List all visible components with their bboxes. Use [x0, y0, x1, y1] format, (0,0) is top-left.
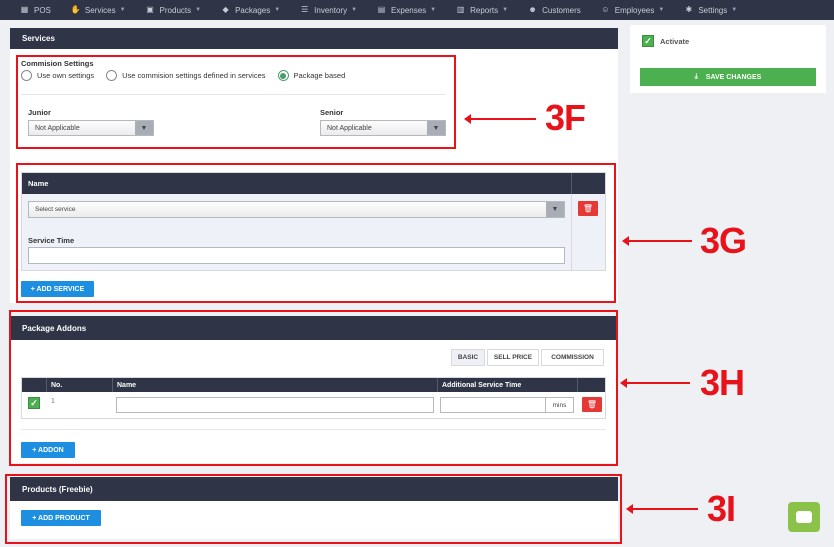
nav-item-customers[interactable]: ☻ Customers — [528, 5, 581, 15]
annotation-3h: 3H — [700, 362, 745, 403]
employees-icon: ☺ — [601, 5, 610, 14]
chevron-down-icon: ▼ — [731, 7, 738, 13]
nav-item-label: Services — [84, 5, 116, 15]
top-nav: ▦ POS ✋ Services ▼ ▣ Products ▼ ◆ Packages ▼ ☰ Inven… — [0, 0, 834, 20]
nav-item-label: Employees — [614, 5, 655, 15]
activate-checkbox[interactable]: ✓ — [642, 35, 654, 47]
highlight-box-3i — [5, 474, 622, 544]
activation-panel: ✓ Activate ⤓ SAVE CHANGES — [630, 25, 826, 93]
reports-icon: ▥ — [456, 5, 465, 14]
annotation-3f: 3F — [545, 97, 586, 138]
highlight-box-3h — [9, 310, 618, 466]
pos-icon: ▦ — [20, 5, 29, 14]
nav-item-employees[interactable]: ☺ Employees ▼ — [601, 5, 665, 15]
nav-item-label: Inventory — [314, 5, 348, 15]
chevron-down-icon: ▼ — [430, 7, 437, 13]
inventory-icon: ☰ — [301, 5, 309, 14]
customers-icon: ☻ — [528, 5, 537, 14]
nav-item-label: Products — [159, 5, 192, 15]
packages-icon: ◆ — [222, 5, 229, 14]
chat-bubble-icon — [796, 511, 812, 523]
download-icon: ⤓ — [694, 73, 698, 80]
arrow-3g — [622, 236, 692, 246]
chevron-down-icon: ▼ — [658, 7, 665, 13]
nav-item-products[interactable]: ▣ Products ▼ — [146, 5, 202, 15]
settings-icon: ✱ — [685, 5, 693, 14]
services-icon: ✋ — [70, 5, 81, 14]
chevron-down-icon: ▼ — [351, 7, 358, 13]
chevron-down-icon: ▼ — [195, 7, 202, 13]
save-changes-label: SAVE CHANGES — [705, 73, 762, 81]
expenses-icon: ▤ — [377, 5, 386, 14]
chevron-down-icon: ▼ — [119, 7, 126, 13]
highlight-box-3g — [16, 163, 616, 303]
annotation-3g: 3G — [700, 220, 747, 261]
services-header-title: Services — [22, 34, 55, 43]
nav-item-label: Settings — [698, 5, 728, 15]
arrow-3f — [464, 114, 536, 124]
nav-item-label: Expenses — [391, 5, 427, 15]
nav-item-label: POS — [34, 5, 51, 15]
activate-label: Activate — [660, 37, 690, 46]
nav-item-packages[interactable]: ◆ Packages ▼ — [221, 5, 281, 15]
nav-item-label: Packages — [235, 5, 271, 15]
chat-widget-button[interactable] — [788, 502, 820, 532]
save-changes-button[interactable]: ⤓ SAVE CHANGES — [640, 68, 816, 86]
nav-item-services[interactable]: ✋ Services ▼ — [71, 6, 126, 15]
annotation-3i: 3I — [707, 488, 736, 529]
nav-item-label: Reports — [470, 5, 499, 15]
nav-item-label: Customers — [542, 5, 581, 15]
nav-item-expenses[interactable]: ▤ Expenses ▼ — [377, 6, 436, 15]
nav-item-reports[interactable]: ▥ Reports ▼ — [456, 6, 508, 15]
products-icon: ▣ — [146, 5, 154, 14]
nav-item-pos[interactable]: ▦ POS — [20, 6, 51, 15]
highlight-box-3f — [16, 55, 456, 149]
nav-item-inventory[interactable]: ☰ Inventory ▼ — [300, 6, 357, 15]
chevron-down-icon: ▼ — [502, 7, 509, 13]
chevron-down-icon: ▼ — [274, 7, 281, 13]
arrow-3i — [626, 504, 698, 514]
services-header: Services — [10, 28, 618, 49]
arrow-3h — [620, 378, 690, 388]
nav-item-settings[interactable]: ✱ Settings ▼ — [684, 6, 737, 15]
